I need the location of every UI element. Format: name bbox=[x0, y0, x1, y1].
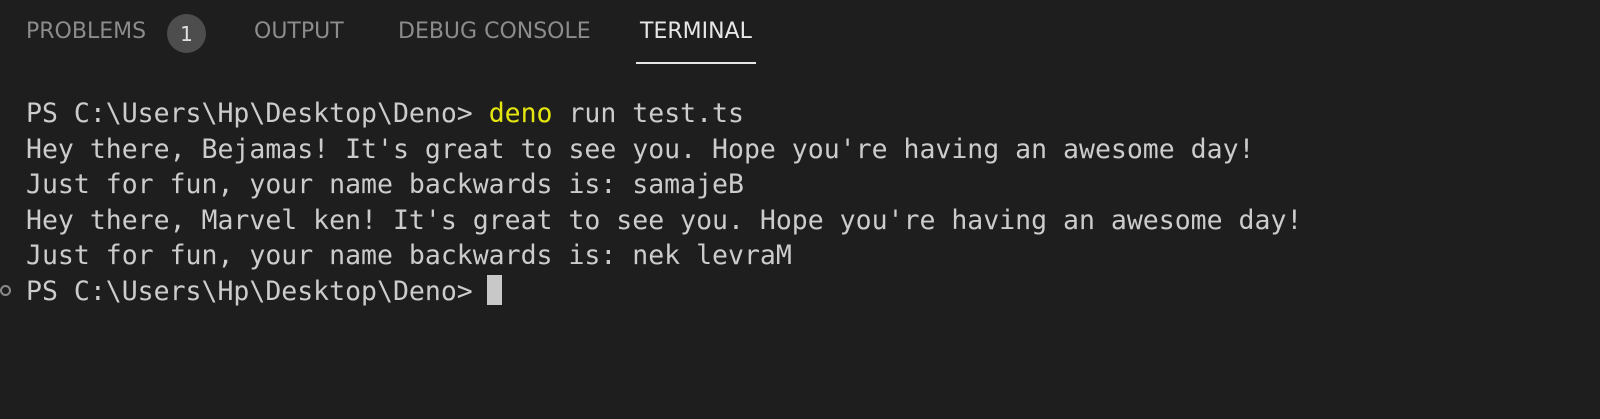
terminal-output-line: Hey there, Bejamas! It's great to see yo… bbox=[26, 133, 1255, 165]
tab-problems-label: PROBLEMS bbox=[26, 18, 147, 44]
tab-output[interactable]: OUTPUT bbox=[254, 0, 344, 62]
problems-count-badge: 1 bbox=[167, 14, 206, 53]
command-decoration-circle-icon[interactable] bbox=[0, 284, 11, 296]
tab-terminal-label: TERMINAL bbox=[640, 18, 752, 44]
terminal-prompt: PS C:\Users\Hp\Desktop\Deno> bbox=[26, 98, 489, 129]
terminal-command-line: PS C:\Users\Hp\Desktop\Deno> deno run te… bbox=[0, 96, 1600, 132]
terminal-output-line: Just for fun, your name backwards is: sa… bbox=[26, 169, 744, 200]
tab-output-label: OUTPUT bbox=[254, 18, 344, 44]
terminal-final-prompt: PS C:\Users\Hp\Desktop\Deno> bbox=[26, 275, 473, 307]
panel-tab-bar: PROBLEMS 1 OUTPUT DEBUG CONSOLE TERMINAL bbox=[0, 0, 1600, 64]
terminal-output[interactable]: PS C:\Users\Hp\Desktop\Deno> deno run te… bbox=[0, 96, 1600, 309]
terminal-output-line: Hey there, Marvel ken! It's great to see… bbox=[26, 204, 1303, 236]
terminal-cursor bbox=[486, 275, 502, 305]
terminal-command-args: run test.ts bbox=[552, 98, 744, 129]
tab-debug-console[interactable]: DEBUG CONSOLE bbox=[398, 0, 591, 62]
tab-problems[interactable]: PROBLEMS bbox=[26, 0, 146, 62]
panel: PROBLEMS 1 OUTPUT DEBUG CONSOLE TERMINAL… bbox=[0, 0, 1600, 419]
tab-debug-console-label: DEBUG CONSOLE bbox=[398, 18, 591, 44]
terminal-output-line: Just for fun, your name backwards is: ne… bbox=[26, 240, 792, 271]
terminal-command-name: deno bbox=[488, 98, 553, 129]
terminal-input-line[interactable]: PS C:\Users\Hp\Desktop\Deno> bbox=[0, 274, 1600, 310]
tab-terminal[interactable]: TERMINAL bbox=[636, 0, 756, 64]
